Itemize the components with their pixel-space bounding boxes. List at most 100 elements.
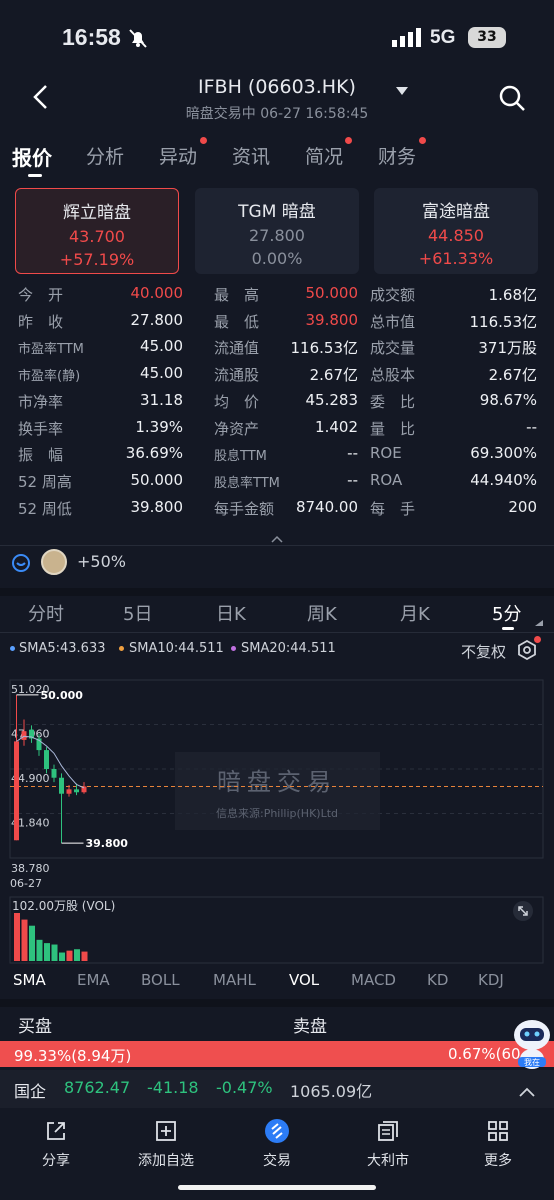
watermark-source: 信息来源:Phillip(HK)Ltd bbox=[216, 806, 338, 820]
tab-finance[interactable]: 财务 bbox=[378, 142, 416, 169]
quote-value: 200 bbox=[508, 498, 537, 516]
quote-label: 量 比 bbox=[370, 420, 416, 438]
quote-label: ROA bbox=[370, 471, 403, 489]
stock-title[interactable]: IFBH (06603.HK) bbox=[0, 76, 554, 98]
volume-chart[interactable]: 102.00万股 (VOL) bbox=[0, 895, 554, 965]
nav-add-watchlist[interactable]: 添加自选 bbox=[116, 1117, 216, 1170]
card-futu-grey-market[interactable]: 富途暗盘 44.850 +61.33% bbox=[374, 188, 538, 274]
card-tgm-grey-market[interactable]: TGM 暗盘 27.800 0.00% bbox=[195, 188, 359, 274]
quote-value: 44.940% bbox=[470, 471, 537, 489]
max-price-label: 50.000 bbox=[41, 689, 84, 702]
share-icon bbox=[6, 1117, 106, 1145]
settings-icon[interactable] bbox=[517, 639, 537, 664]
adjust-selector[interactable]: 不复权 bbox=[461, 641, 506, 662]
quote-label: 总市值 bbox=[370, 313, 416, 331]
quote-value: 50.000 bbox=[305, 284, 359, 302]
index-turnover: 1065.09亿 bbox=[290, 1082, 373, 1101]
divider bbox=[0, 632, 554, 633]
quote-value: 2.67亿 bbox=[309, 366, 358, 384]
chart-tab-intraday[interactable]: 分时 bbox=[28, 600, 64, 626]
sma20-label: SMA20:44.511 bbox=[241, 641, 336, 656]
search-icon[interactable] bbox=[498, 84, 526, 116]
quote-label: 成交量 bbox=[370, 339, 416, 357]
nav-share[interactable]: 分享 bbox=[6, 1117, 106, 1170]
indicator-tab-mahl[interactable]: MAHL bbox=[213, 971, 256, 989]
chat-icon[interactable] bbox=[11, 553, 31, 577]
volume-bar bbox=[51, 944, 58, 961]
quote-value: 116.53亿 bbox=[469, 313, 538, 331]
quote-value: 8740.00 bbox=[295, 498, 358, 516]
avatar[interactable] bbox=[41, 549, 67, 575]
candle-body bbox=[66, 789, 72, 794]
quote-label: 市盈率(静) bbox=[18, 369, 81, 384]
sell-side-label: 卖盘 bbox=[293, 1017, 327, 1037]
chart-tab-daily-k[interactable]: 日K bbox=[216, 600, 246, 626]
nav-label: 大利市 bbox=[367, 1153, 409, 1169]
mute-icon bbox=[126, 26, 150, 54]
chart-tab-weekly-k[interactable]: 周K bbox=[307, 600, 337, 626]
nav-label: 分享 bbox=[42, 1153, 70, 1169]
quote-label: 昨 收 bbox=[18, 313, 64, 331]
chart-tab-5day[interactable]: 5日 bbox=[123, 600, 152, 626]
tab-analysis[interactable]: 分析 bbox=[86, 142, 124, 169]
assistant-robot-icon[interactable]: 我在 bbox=[508, 1013, 554, 1071]
candle-body bbox=[74, 789, 79, 793]
card-title: TGM 暗盘 bbox=[238, 202, 316, 222]
indicator-tab-boll[interactable]: BOLL bbox=[141, 971, 180, 989]
index-change-pct: -0.47% bbox=[216, 1078, 273, 1097]
indicator-tab-macd[interactable]: MACD bbox=[351, 971, 396, 989]
nav-more[interactable]: 更多 bbox=[448, 1117, 548, 1170]
status-time: 16:58 bbox=[62, 24, 121, 50]
quote-label: 52 周高 bbox=[18, 473, 72, 491]
divider bbox=[0, 588, 554, 596]
chart-tab-5min[interactable]: 5分 bbox=[492, 600, 521, 626]
price-chart[interactable]: 51.02047.96044.90041.84038.780暗盘交易信息来源:P… bbox=[0, 668, 554, 890]
chevron-up-icon[interactable] bbox=[519, 1082, 535, 1101]
nav-label: 更多 bbox=[484, 1153, 512, 1169]
quote-label: 市净率 bbox=[18, 393, 64, 411]
trade-icon bbox=[227, 1117, 327, 1145]
dropdown-icon[interactable] bbox=[535, 611, 543, 630]
nav-daily-market[interactable]: 大利市 bbox=[338, 1117, 438, 1170]
chart-tab-monthly-k[interactable]: 月K bbox=[400, 600, 430, 626]
dropdown-icon[interactable] bbox=[396, 82, 408, 101]
divider bbox=[0, 545, 554, 546]
candle-body bbox=[14, 741, 19, 841]
expand-icon[interactable] bbox=[512, 900, 534, 926]
tab-movement[interactable]: 异动 bbox=[159, 142, 197, 169]
quote-label: 换手率 bbox=[18, 420, 64, 438]
tab-profile[interactable]: 简况 bbox=[305, 142, 343, 169]
indicator-tab-kdj[interactable]: KDJ bbox=[478, 971, 504, 989]
index-value: 8762.47 bbox=[64, 1078, 131, 1097]
svg-text:我在: 我在 bbox=[524, 1057, 540, 1067]
quote-value: 69.300% bbox=[470, 444, 537, 462]
indicator-tab-vol[interactable]: VOL bbox=[289, 971, 319, 989]
quote-value: -- bbox=[347, 444, 358, 462]
quote-label: 委 比 bbox=[370, 393, 416, 411]
sma5-dot bbox=[10, 646, 15, 651]
indicator-tab-sma[interactable]: SMA bbox=[13, 971, 46, 989]
quote-label: 股息率TTM bbox=[214, 476, 280, 491]
active-tab-indicator bbox=[28, 174, 42, 177]
quote-value: 39.800 bbox=[130, 498, 184, 516]
card-phillip-grey-market[interactable]: 辉立暗盘 43.700 +57.19% bbox=[15, 188, 179, 274]
quote-label: 成交额 bbox=[370, 286, 416, 304]
tab-quote[interactable]: 报价 bbox=[12, 142, 52, 171]
card-change: 0.00% bbox=[251, 249, 303, 268]
nav-label: 添加自选 bbox=[138, 1153, 194, 1169]
volume-bar bbox=[36, 939, 43, 961]
indicator-tab-ema[interactable]: EMA bbox=[77, 971, 110, 989]
candle-body bbox=[21, 731, 27, 740]
signal-icon bbox=[392, 28, 422, 52]
nav-trade[interactable]: 交易 bbox=[227, 1117, 327, 1170]
quote-label: 市盈率TTM bbox=[18, 342, 84, 357]
tab-news[interactable]: 资讯 bbox=[232, 142, 270, 169]
notification-dot bbox=[200, 137, 207, 144]
x-axis-date: 06-27 bbox=[10, 877, 42, 890]
trading-status: 暗盘交易中 06-27 16:58:45 bbox=[185, 106, 369, 122]
quote-label: 股息TTM bbox=[214, 449, 267, 464]
volume-label: 102.00万股 (VOL) bbox=[12, 899, 115, 913]
candle-body bbox=[51, 769, 57, 778]
volume-bar bbox=[74, 949, 80, 961]
indicator-tab-kd[interactable]: KD bbox=[427, 971, 448, 989]
